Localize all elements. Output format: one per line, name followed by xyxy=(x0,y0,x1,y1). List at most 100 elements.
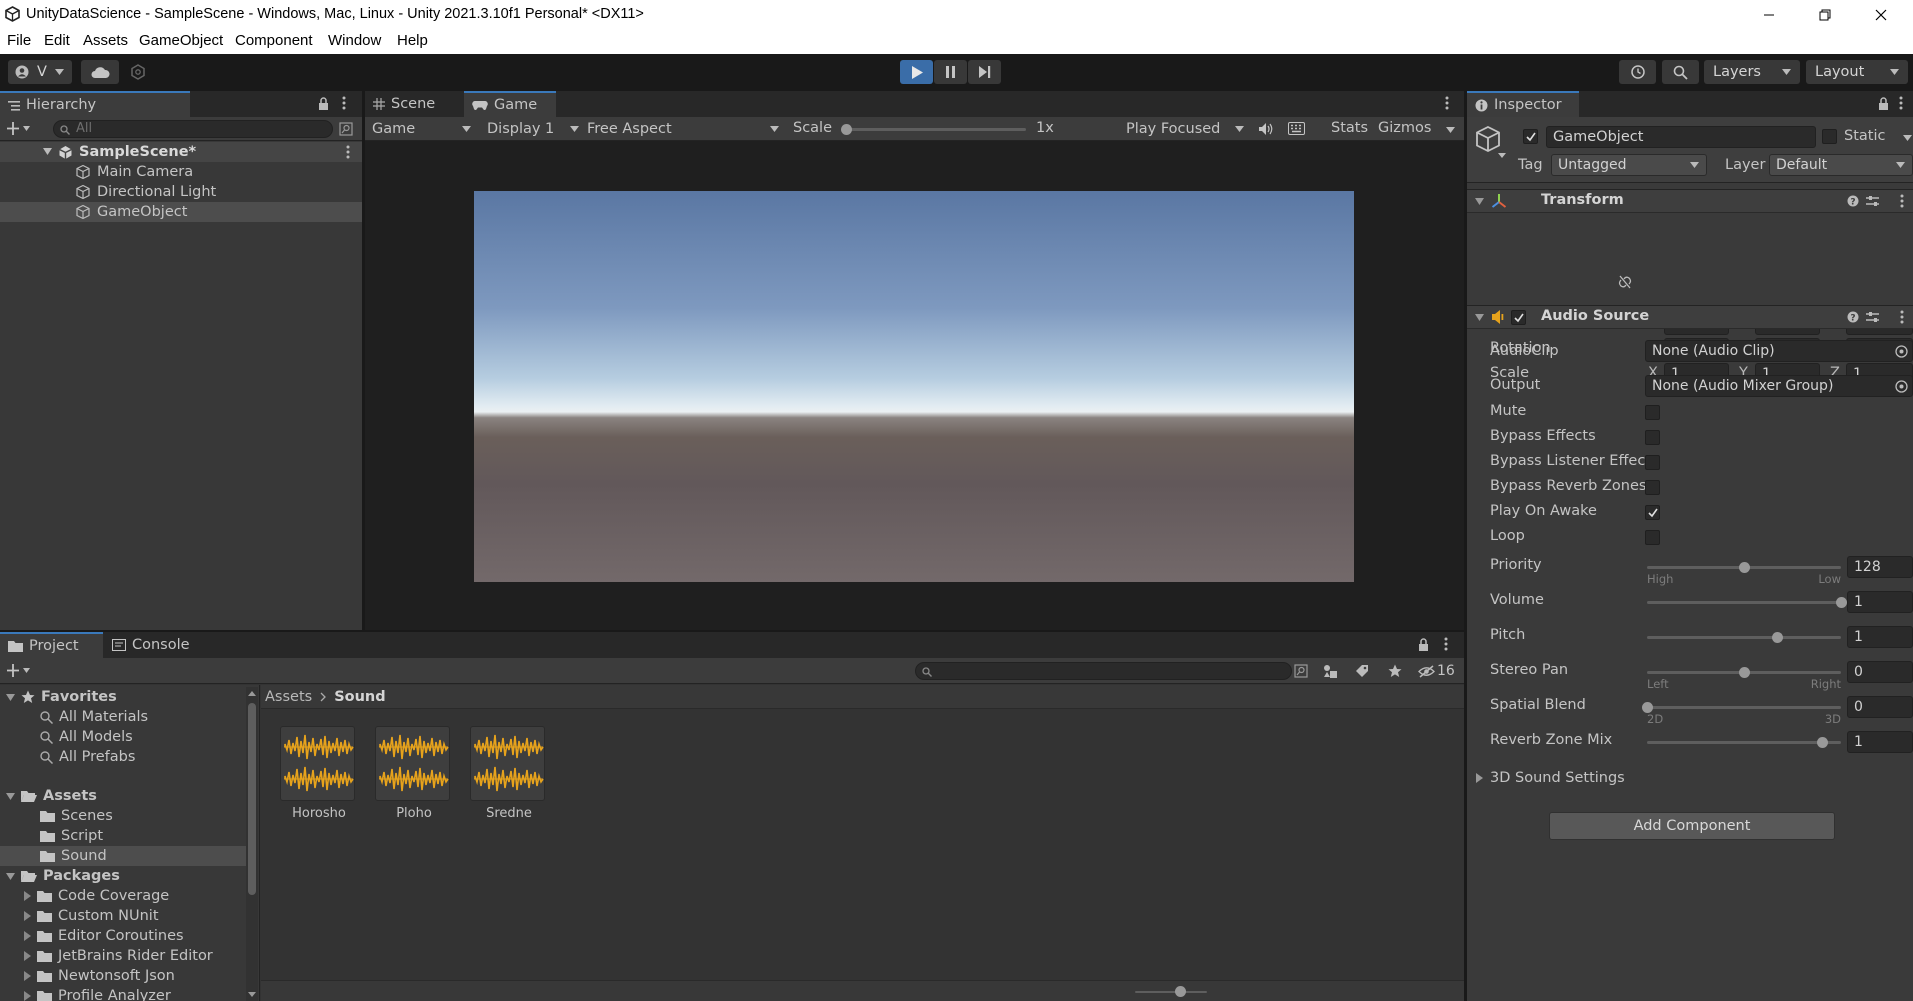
static-checkbox[interactable] xyxy=(1822,129,1837,144)
slider-value-field[interactable]: 1 xyxy=(1847,591,1913,613)
slider-knob[interactable] xyxy=(1739,562,1750,573)
audio-asset-item[interactable]: Sredne xyxy=(469,726,549,826)
chevron-down-icon[interactable] xyxy=(1903,135,1912,141)
chevron-down-icon[interactable] xyxy=(1498,153,1506,158)
tab-scene[interactable]: Scene xyxy=(365,91,463,117)
favorite-item[interactable]: All Materials xyxy=(0,707,246,727)
account-dropdown[interactable]: V xyxy=(8,60,72,84)
history-button[interactable] xyxy=(1619,60,1656,84)
menu-help[interactable]: Help xyxy=(397,32,428,49)
menu-window[interactable]: Window xyxy=(328,32,381,49)
layer-dropdown[interactable]: Default xyxy=(1769,154,1913,176)
active-checkbox[interactable] xyxy=(1523,129,1538,144)
asset-folder[interactable]: Sound xyxy=(0,846,246,866)
menu-component[interactable]: Component xyxy=(235,32,313,49)
filter-by-label-icon[interactable] xyxy=(1355,664,1369,678)
slider-knob[interactable] xyxy=(1816,737,1828,748)
slider-value-field[interactable]: 0 xyxy=(1847,661,1913,683)
package-folder[interactable]: Custom NUnit xyxy=(0,906,246,926)
play-button[interactable] xyxy=(900,60,933,84)
create-dropdown[interactable] xyxy=(7,122,31,135)
step-button[interactable] xyxy=(968,60,1001,84)
tag-dropdown[interactable]: Untagged xyxy=(1551,154,1707,176)
gizmos-button[interactable]: Gizmos xyxy=(1378,120,1431,136)
favorites-folder[interactable]: Favorites xyxy=(0,687,246,707)
tab-hierarchy[interactable]: Hierarchy xyxy=(0,91,190,117)
aspect-dropdown[interactable]: Free Aspect xyxy=(583,119,783,139)
asset-folder[interactable]: Script xyxy=(0,826,246,846)
scene-row[interactable]: SampleScene* xyxy=(0,142,362,162)
display-dropdown[interactable]: Display 1 xyxy=(483,119,583,139)
toggle-checkbox[interactable] xyxy=(1645,505,1660,520)
filter-by-type-icon[interactable] xyxy=(1323,664,1338,678)
tree-scrollbar-thumb[interactable] xyxy=(248,703,256,895)
slider-track[interactable] xyxy=(1647,741,1841,744)
icon-size-slider-knob[interactable] xyxy=(1175,986,1186,997)
slider-track[interactable] xyxy=(1647,706,1841,709)
audio-asset-item[interactable]: Horosho xyxy=(279,726,359,826)
create-dropdown[interactable] xyxy=(7,664,31,677)
menu-assets[interactable]: Assets xyxy=(83,32,128,49)
presets-icon[interactable] xyxy=(1866,195,1879,207)
hierarchy-item[interactable]: Directional Light xyxy=(0,182,362,202)
output-field[interactable]: None (Audio Mixer Group) xyxy=(1645,375,1913,397)
tab-project[interactable]: Project xyxy=(0,632,103,658)
object-picker-icon[interactable] xyxy=(1895,379,1908,393)
transform-header[interactable]: Transform ? xyxy=(1467,189,1913,213)
slider-value-field[interactable]: 0 xyxy=(1847,696,1913,718)
help-icon[interactable]: ? xyxy=(1847,195,1859,207)
hidden-packages-toggle[interactable]: 16 xyxy=(1418,663,1455,679)
more-options-icon[interactable] xyxy=(1899,96,1903,110)
hierarchy-item[interactable]: Main Camera xyxy=(0,162,362,182)
favorite-item[interactable]: All Prefabs xyxy=(0,747,246,767)
hierarchy-item-selected[interactable]: GameObject xyxy=(0,202,362,222)
pause-button[interactable] xyxy=(934,60,967,84)
toggle-checkbox[interactable] xyxy=(1645,405,1660,420)
audio-mute-icon[interactable] xyxy=(1258,122,1274,136)
more-options-icon[interactable] xyxy=(1445,96,1449,110)
more-options-icon[interactable] xyxy=(1900,310,1904,324)
icon-size-slider[interactable] xyxy=(1135,991,1207,993)
slider-value-field[interactable]: 128 xyxy=(1847,556,1913,578)
package-folder[interactable]: JetBrains Rider Editor xyxy=(0,946,246,966)
tab-console[interactable]: Console xyxy=(104,632,206,658)
lock-icon[interactable] xyxy=(1878,97,1889,110)
asset-folder[interactable]: Scenes xyxy=(0,806,246,826)
scale-slider[interactable] xyxy=(846,128,1026,131)
audio-source-header[interactable]: Audio Source ? xyxy=(1467,305,1913,329)
keyboard-icon[interactable] xyxy=(1288,122,1305,135)
toggle-checkbox[interactable] xyxy=(1645,480,1660,495)
favorite-star-icon[interactable] xyxy=(1388,664,1402,678)
restore-icon[interactable] xyxy=(1797,0,1853,29)
breadcrumb-current[interactable]: Sound xyxy=(334,689,385,705)
object-name-field[interactable]: GameObject xyxy=(1546,126,1816,148)
search-options-icon[interactable] xyxy=(1294,664,1308,678)
slider-track[interactable] xyxy=(1647,636,1841,639)
chevron-down-icon[interactable] xyxy=(1446,127,1455,133)
menu-edit[interactable]: Edit xyxy=(44,32,70,49)
minimize-icon[interactable] xyxy=(1741,0,1797,29)
package-folder[interactable]: Newtonsoft Json xyxy=(0,966,246,986)
toggle-checkbox[interactable] xyxy=(1645,455,1660,470)
scroll-down-icon[interactable] xyxy=(248,992,256,997)
package-folder[interactable]: Editor Coroutines xyxy=(0,926,246,946)
audio-asset-item[interactable]: Ploho xyxy=(374,726,454,826)
slider-value-field[interactable]: 1 xyxy=(1847,731,1913,753)
toggle-checkbox[interactable] xyxy=(1645,530,1660,545)
package-folder[interactable]: Profile Analyzer xyxy=(0,986,246,1001)
more-options-icon[interactable] xyxy=(1444,637,1448,651)
more-options-icon[interactable] xyxy=(346,145,350,159)
view-dropdown[interactable]: Game xyxy=(368,119,475,139)
project-search[interactable] xyxy=(915,662,1292,680)
slider-value-field[interactable]: 1 xyxy=(1847,626,1913,648)
search-button[interactable] xyxy=(1662,60,1699,84)
stats-button[interactable]: Stats xyxy=(1331,120,1368,136)
tab-game[interactable]: Game xyxy=(464,91,556,117)
hierarchy-search[interactable]: All xyxy=(53,120,333,138)
collab-icon[interactable] xyxy=(130,64,146,80)
scale-slider-knob[interactable] xyxy=(841,124,852,135)
slider-knob[interactable] xyxy=(1739,667,1750,678)
toggle-checkbox[interactable] xyxy=(1645,430,1660,445)
menu-gameobject[interactable]: GameObject xyxy=(139,32,223,49)
unlinked-scale-icon[interactable] xyxy=(1618,275,1632,289)
